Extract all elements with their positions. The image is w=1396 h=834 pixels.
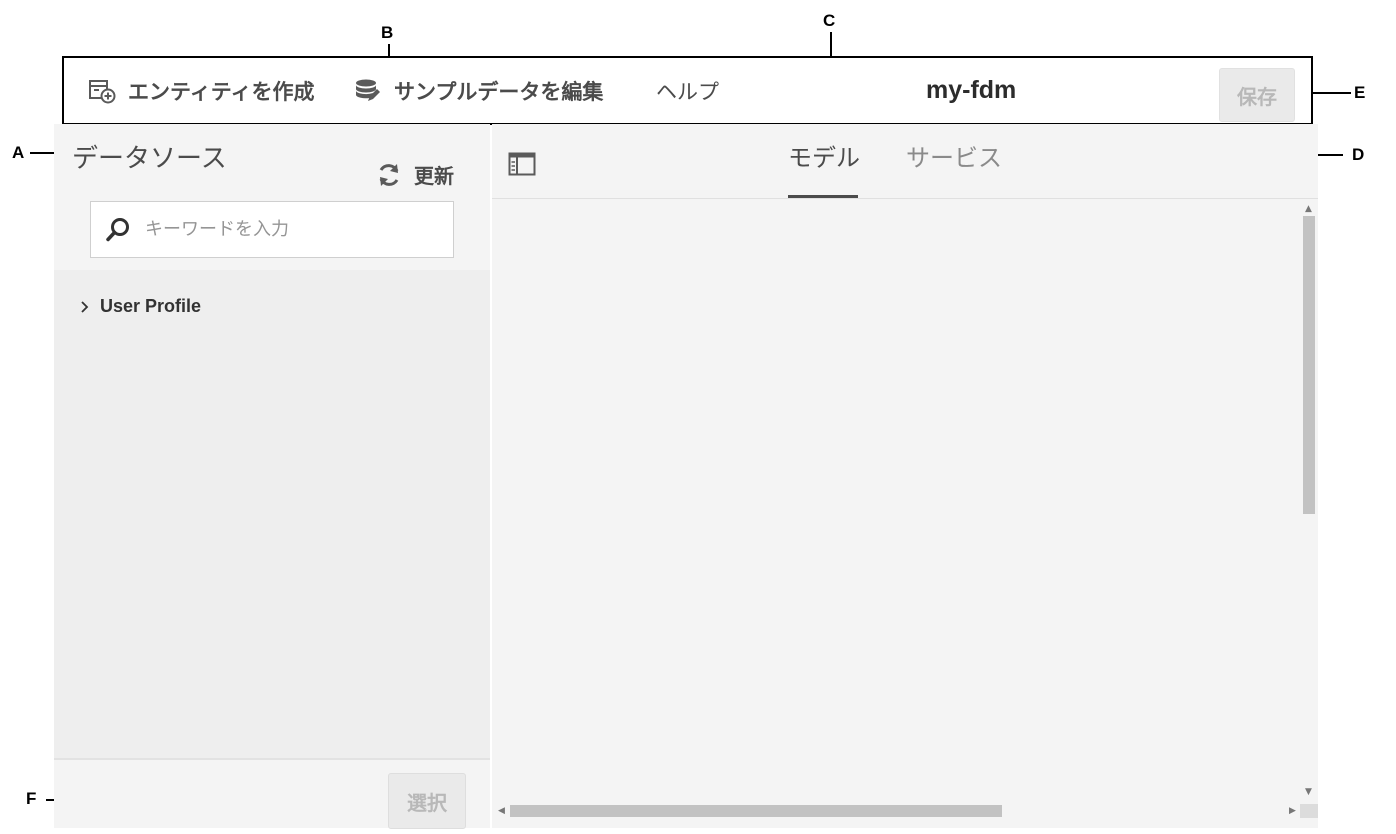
search-input[interactable] — [145, 219, 425, 240]
refresh-button[interactable]: 更新 — [376, 160, 454, 189]
database-edit-icon — [354, 78, 382, 104]
create-entity-button[interactable]: エンティティを作成 — [88, 58, 314, 123]
data-source-tree: User Profile — [54, 270, 490, 758]
data-source-panel: データソース 更新 User Profi — [54, 124, 490, 829]
scroll-corner — [1300, 804, 1318, 818]
left-panel-footer: 選択 — [54, 758, 490, 829]
select-button[interactable]: 選択 — [388, 773, 466, 829]
callout-c: C — [823, 11, 836, 30]
callout-e: E — [1354, 83, 1366, 102]
refresh-icon — [376, 162, 402, 188]
add-entity-icon — [88, 78, 116, 104]
scroll-left-arrow-icon[interactable]: ◀ — [498, 807, 505, 816]
tab-bar: モデル サービス — [492, 124, 1318, 199]
tree-item-user-profile[interactable]: User Profile — [80, 296, 201, 317]
callout-e-line — [1311, 92, 1351, 94]
scroll-up-arrow-icon[interactable]: ▲ — [1305, 205, 1312, 214]
model-title: my-fdm — [926, 76, 1017, 104]
toggle-sidebar-icon[interactable] — [508, 152, 536, 176]
edit-sample-data-button[interactable]: サンプルデータを編集 — [354, 58, 603, 123]
save-button[interactable]: 保存 — [1219, 68, 1295, 122]
tab-model[interactable]: モデル — [788, 138, 860, 173]
callout-b: B — [381, 23, 394, 42]
model-canvas[interactable] — [492, 200, 1300, 804]
help-button[interactable]: ヘルプ — [656, 58, 719, 123]
model-panel: モデル サービス ▲ ▼ ◀ ▶ — [492, 124, 1318, 828]
selected-tab-indicator — [788, 195, 858, 198]
edit-sample-data-label: サンプルデータを編集 — [394, 79, 604, 104]
scroll-down-arrow-icon[interactable]: ▼ — [1305, 788, 1312, 797]
data-source-title: データソース — [72, 144, 227, 174]
help-label: ヘルプ — [656, 79, 719, 104]
chevron-right-icon[interactable] — [80, 300, 90, 314]
refresh-label: 更新 — [414, 164, 454, 188]
search-icon — [105, 217, 131, 243]
vertical-scroll-thumb[interactable] — [1303, 216, 1315, 514]
horizontal-scroll-thumb[interactable] — [510, 805, 1002, 817]
toolbar: エンティティを作成 サンプルデータを編集 ヘルプ my-fdm 保存 — [62, 56, 1313, 125]
create-entity-label: エンティティを作成 — [128, 79, 315, 104]
callout-f: F — [26, 789, 37, 808]
tree-item-label: User Profile — [100, 296, 202, 316]
search-box — [90, 201, 454, 258]
tab-service[interactable]: サービス — [906, 138, 1002, 173]
callout-d: D — [1352, 145, 1365, 164]
scroll-right-arrow-icon[interactable]: ▶ — [1289, 807, 1296, 816]
callout-a: A — [12, 143, 25, 162]
